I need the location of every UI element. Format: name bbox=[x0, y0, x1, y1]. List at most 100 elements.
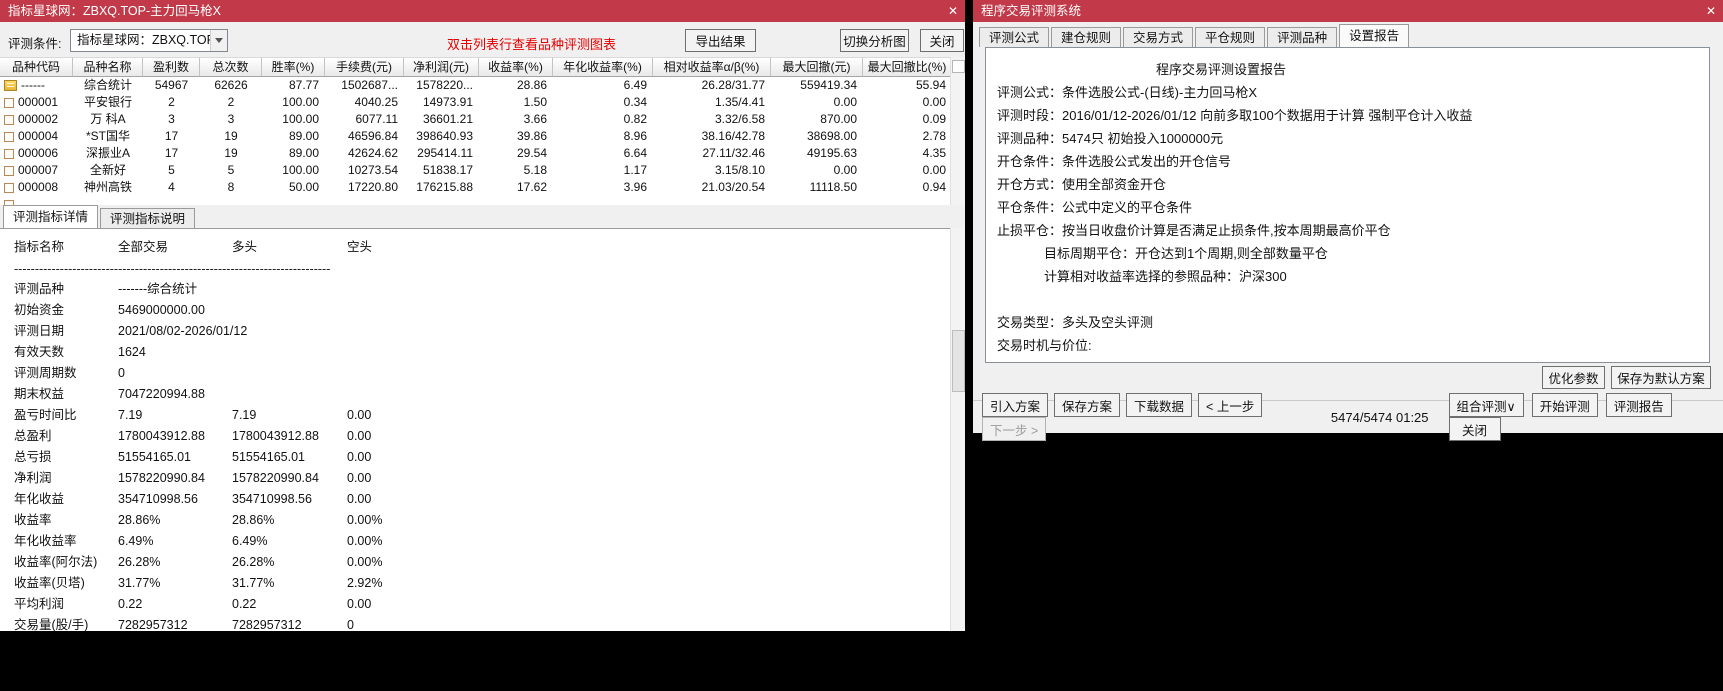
detail-cell: 0.00% bbox=[347, 513, 383, 527]
cell: 4040.25 bbox=[354, 95, 398, 109]
tab-5[interactable]: 设置报告 bbox=[1339, 24, 1410, 47]
table-row[interactable]: 000008 神州高铁 4 8 50.00 17220.80 176215.88 17.62 3… bbox=[0, 179, 950, 196]
column-header[interactable]: 最大回撤比(%) bbox=[863, 57, 950, 77]
cell: 6.64 bbox=[623, 146, 647, 160]
table-row[interactable]: 000007 全新好 5 5 100.00 10273.54 51838.17 5.18 1.1… bbox=[0, 162, 950, 179]
toolbar-button[interactable]: 开始评测 bbox=[1531, 393, 1598, 417]
detail-cell bbox=[232, 342, 347, 363]
detail-cell: 初始资金 bbox=[14, 303, 65, 317]
close-button[interactable]: 关闭 bbox=[920, 29, 964, 52]
detail-scrollbar[interactable] bbox=[950, 228, 965, 631]
detail-cell: 7282957312 bbox=[232, 618, 302, 631]
right-close-icon[interactable]: ✕ bbox=[1706, 0, 1716, 22]
export-results-button[interactable]: 导出结果 bbox=[685, 29, 756, 52]
table-row[interactable]: 000001 平安银行 2 2 100.00 4040.25 14973.91 1.50 0.3… bbox=[0, 94, 950, 111]
column-header[interactable]: 相对收益率α/β(%) bbox=[653, 57, 771, 77]
optimize-params-button[interactable]: 优化参数 bbox=[1542, 366, 1605, 389]
toolbar-button[interactable]: < 上一步 bbox=[1198, 393, 1263, 417]
detail-cell: 6.49% bbox=[118, 534, 154, 548]
cell: 2 bbox=[168, 95, 175, 109]
detail-cell: 1578220990.84 bbox=[232, 471, 319, 485]
report-box: 程序交易评测设置报告 评测公式：条件选股公式-(日线)-主力回马枪X 评测时段：2… bbox=[985, 47, 1710, 363]
save-as-default-button[interactable]: 保存为默认方案 bbox=[1611, 366, 1711, 389]
checkbox-icon bbox=[4, 97, 14, 108]
table-scrollbar[interactable] bbox=[950, 57, 965, 205]
cell: 深振业A bbox=[85, 146, 130, 160]
cell: 6.49 bbox=[623, 78, 647, 92]
toolbar-button[interactable]: 下载数据 bbox=[1126, 393, 1193, 417]
table-row[interactable]: ------ 综合统计 54967 62626 87.77 1502687... 15782… bbox=[0, 77, 950, 94]
cell: 100.00 bbox=[282, 95, 319, 109]
tab-2[interactable]: 交易方式 bbox=[1123, 27, 1194, 47]
detail-panel: 指标名称 全部交易 多头 空头 ---------------------------… bbox=[0, 228, 950, 631]
right-window: 程序交易评测系统 ✕ 评测公式 建仓规则 交易方式 平仓规则 评测品种 设置报告 程序交易… bbox=[973, 0, 1723, 441]
column-header[interactable]: 盈利数 bbox=[143, 57, 200, 77]
detail-row: 收益率(阿尔法) 26.28% 26.28% 0.00% bbox=[0, 552, 950, 573]
column-header[interactable]: 净利润(元) bbox=[404, 57, 479, 77]
checkbox-icon bbox=[4, 131, 14, 142]
tab-description[interactable]: 评测指标说明 bbox=[100, 208, 196, 228]
cell: 3.32/6.58 bbox=[714, 112, 765, 126]
toolbar-button[interactable]: 评测报告 bbox=[1605, 393, 1672, 417]
cell: 000002 bbox=[0, 111, 73, 128]
cell: 3 bbox=[168, 112, 175, 126]
table-row[interactable]: 000004 *ST国华 17 19 89.00 46596.84 398640.93 39.… bbox=[0, 128, 950, 145]
code-text: 000008 bbox=[18, 180, 59, 194]
column-header[interactable]: 品种代码 bbox=[0, 57, 73, 77]
summary-icon bbox=[4, 80, 17, 91]
column-header[interactable]: 手续费(元) bbox=[325, 57, 404, 77]
cell: 全新好 bbox=[89, 163, 126, 177]
detail-cell: 交易量(股/手) bbox=[14, 618, 89, 631]
left-close-icon[interactable]: ✕ bbox=[948, 0, 958, 22]
tab-1[interactable]: 建仓规则 bbox=[1051, 27, 1122, 47]
toolbar-button[interactable]: 关闭 bbox=[1448, 417, 1501, 441]
cell: 50.00 bbox=[288, 180, 319, 194]
tab-0[interactable]: 评测公式 bbox=[979, 27, 1050, 47]
column-header[interactable]: 总次数 bbox=[200, 57, 262, 77]
tab-4[interactable]: 评测品种 bbox=[1267, 27, 1338, 47]
tab-detail[interactable]: 评测指标详情 bbox=[3, 205, 99, 228]
report-line: 开仓方式：使用全部资金开仓 bbox=[997, 177, 1167, 192]
detail-cell: 有效天数 bbox=[14, 345, 65, 359]
cell: 29.54 bbox=[516, 146, 547, 160]
combobox-dropdown-button[interactable] bbox=[210, 30, 227, 51]
detail-row: 年化收益率 6.49% 6.49% 0.00% bbox=[0, 531, 950, 552]
left-titlebar[interactable]: 指标星球网：ZBXQ.TOP-主力回马枪X ✕ bbox=[0, 0, 965, 22]
tab-3[interactable]: 平仓规则 bbox=[1195, 27, 1266, 47]
detail-row: 总亏损 51554165.01 51554165.01 0.00 bbox=[0, 447, 950, 468]
detail-cell: 0.00 bbox=[347, 597, 372, 611]
toolbar-button[interactable]: 引入方案 bbox=[982, 393, 1049, 417]
results-table-body: ------ 综合统计 54967 62626 87.77 1502687... 15782… bbox=[0, 77, 950, 205]
detail-cell: 期末权益 bbox=[14, 387, 65, 401]
column-header[interactable]: 年化收益率(%) bbox=[553, 57, 653, 77]
cell: 万 科A bbox=[90, 112, 126, 126]
cell: 559419.34 bbox=[800, 78, 857, 92]
chevron-down-icon bbox=[215, 38, 223, 43]
report-line: 评测品种：5474只 初始投入1000000元 bbox=[997, 131, 1224, 146]
table-row[interactable]: 000006 深振业A 17 19 89.00 42624.62 295414.11 29.5… bbox=[0, 145, 950, 162]
toolbar-button[interactable]: 组合评测∨ bbox=[1448, 393, 1524, 417]
detail-row: 盈亏时间比 7.19 7.19 0.00 bbox=[0, 405, 950, 426]
cell: 0.00 bbox=[833, 163, 857, 177]
right-titlebar[interactable]: 程序交易评测系统 ✕ bbox=[973, 0, 1723, 22]
cell: 21.03/20.54 bbox=[701, 180, 765, 194]
detail-cell: 26.28% bbox=[118, 555, 161, 569]
scrollbar-button[interactable] bbox=[951, 60, 965, 73]
switch-analysis-chart-button[interactable]: 切换分析图 bbox=[840, 29, 909, 52]
detail-cell: 0.00 bbox=[347, 471, 372, 485]
column-header[interactable]: 胜率(%) bbox=[262, 57, 325, 77]
cell: 19 bbox=[224, 129, 238, 143]
condition-bar: 评测条件: 指标星球网：ZBXQ.TOP 双击列表行查看品种评测图表 导出结果 … bbox=[0, 22, 965, 58]
column-header[interactable]: 收益率(%) bbox=[479, 57, 553, 77]
detail-cell: 收益率 bbox=[14, 513, 52, 527]
column-header[interactable]: 品种名称 bbox=[73, 57, 143, 77]
condition-combobox[interactable]: 指标星球网：ZBXQ.TOP bbox=[70, 29, 228, 52]
scrollbar-thumb[interactable] bbox=[951, 330, 965, 392]
results-table-header: 品种代码 品种名称 盈利数 总次数 胜率(%) 手续费(元) 净利润(元) 收益率(%) 年化收… bbox=[0, 57, 950, 77]
detail-cell: 51554165.01 bbox=[118, 450, 191, 464]
toolbar-button[interactable]: 保存方案 bbox=[1054, 393, 1121, 417]
report-title: 程序交易评测设置报告 bbox=[1155, 62, 1286, 77]
column-header[interactable]: 最大回撤(元) bbox=[771, 57, 863, 77]
checkbox-icon bbox=[4, 182, 14, 193]
table-row[interactable]: 000002 万 科A 3 3 100.00 6077.11 36601.21 3.66 0.8… bbox=[0, 111, 950, 128]
